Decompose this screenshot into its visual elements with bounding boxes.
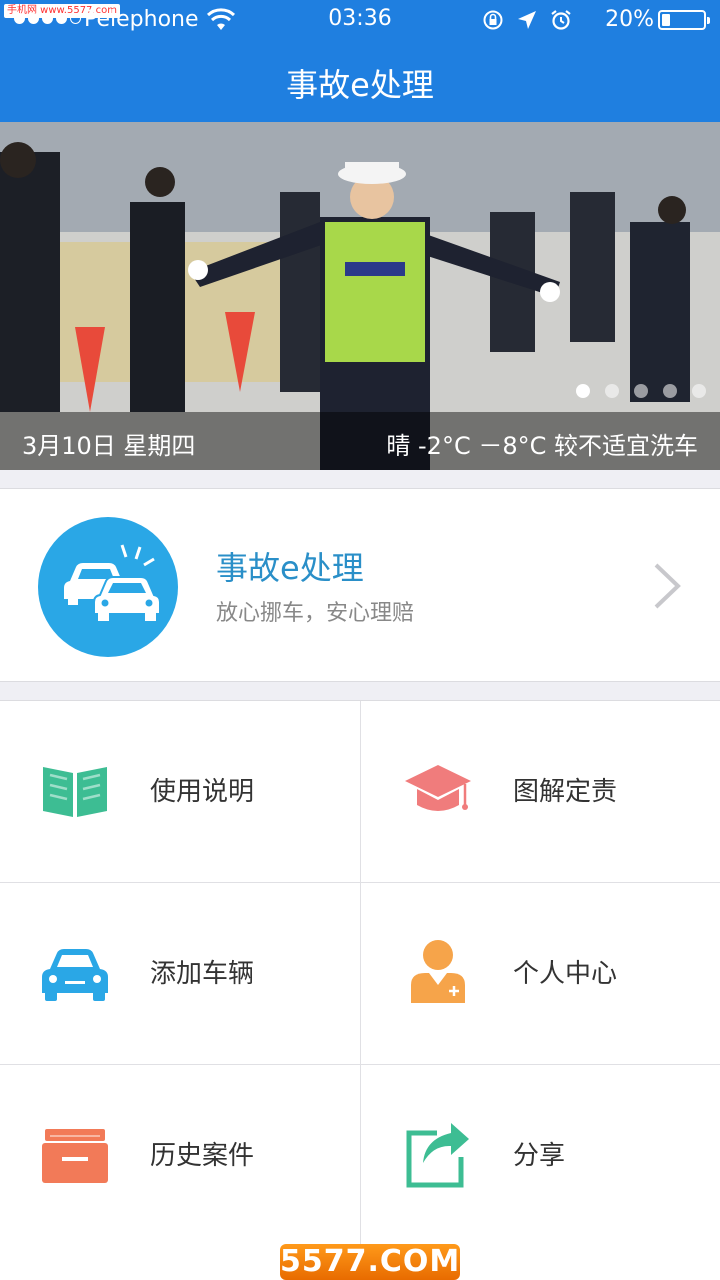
carousel-dots[interactable] bbox=[576, 384, 706, 398]
banner-info-bar: 3月10日 星期四 晴 -2°C －8°C 较不适宜洗车 bbox=[0, 412, 720, 470]
banner-weather: 晴 -2°C －8°C 较不适宜洗车 bbox=[386, 432, 698, 460]
carousel-dot[interactable] bbox=[634, 384, 648, 398]
menu-item-history-cases[interactable]: 历史案件 bbox=[0, 1065, 360, 1247]
battery-icon bbox=[658, 10, 710, 30]
menu-item-add-vehicle[interactable]: 添加车辆 bbox=[0, 883, 360, 1065]
share-icon bbox=[406, 1123, 469, 1188]
car-collision-icon bbox=[38, 517, 178, 657]
menu-label: 分享 bbox=[513, 1141, 566, 1171]
menu-item-share[interactable]: 分享 bbox=[360, 1065, 720, 1247]
menu-label: 图解定责 bbox=[513, 777, 618, 807]
carousel-dot[interactable] bbox=[576, 384, 590, 398]
chevron-right-icon bbox=[654, 563, 681, 609]
site-logo: 5577.COM bbox=[280, 1244, 461, 1280]
accident-handling-card[interactable]: 事故e处理 放心挪车，安心理赔 bbox=[0, 488, 720, 682]
nav-bar: 事故e处理 bbox=[0, 40, 720, 122]
feature-subtitle: 放心挪车，安心理赔 bbox=[216, 601, 415, 626]
page-title: 事故e处理 bbox=[286, 66, 434, 104]
menu-label: 使用说明 bbox=[150, 777, 255, 807]
menu-label: 添加车辆 bbox=[150, 959, 255, 989]
menu-item-profile[interactable]: 个人中心 bbox=[360, 883, 720, 1065]
archive-box-icon bbox=[42, 1129, 108, 1183]
battery-percent: 20% bbox=[605, 7, 654, 32]
carousel-dot[interactable] bbox=[663, 384, 677, 398]
carousel-dot[interactable] bbox=[692, 384, 706, 398]
alarm-icon bbox=[551, 10, 571, 30]
status-bar: 手机网 www.5577.com Pelephone 03:36 20% bbox=[0, 0, 720, 40]
car-icon bbox=[42, 949, 108, 1001]
banner-date: 3月10日 星期四 bbox=[22, 432, 196, 460]
feature-title: 事故e处理 bbox=[216, 549, 364, 587]
menu-label: 历史案件 bbox=[150, 1141, 255, 1171]
rotation-lock-icon bbox=[483, 10, 503, 30]
graduation-cap-icon bbox=[405, 765, 471, 811]
location-arrow-icon bbox=[518, 11, 536, 29]
banner-carousel[interactable]: 3月10日 星期四 晴 -2°C －8°C 较不适宜洗车 bbox=[0, 122, 720, 470]
menu-grid: 使用说明 图解定责 添加车辆 个人中心 历史案件 分享 bbox=[0, 700, 720, 1248]
user-add-icon bbox=[411, 940, 465, 1003]
menu-item-instructions[interactable]: 使用说明 bbox=[0, 701, 360, 883]
carousel-dot[interactable] bbox=[605, 384, 619, 398]
open-book-icon bbox=[43, 767, 107, 817]
footer-watermark: 5577.COM bbox=[0, 1244, 720, 1280]
menu-item-liability-diagram[interactable]: 图解定责 bbox=[360, 701, 720, 883]
menu-label: 个人中心 bbox=[513, 959, 618, 989]
